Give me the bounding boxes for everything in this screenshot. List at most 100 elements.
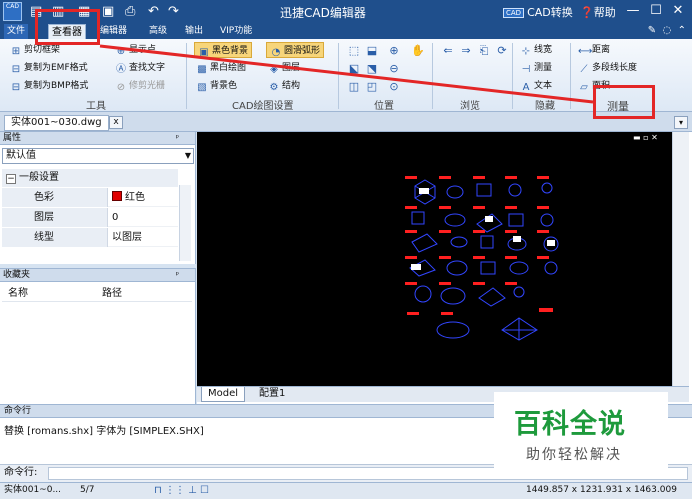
cad-label — [473, 256, 485, 259]
properties-title: 属性 — [3, 133, 22, 143]
distance-button[interactable]: ⟷距离 — [578, 42, 610, 58]
help-button[interactable]: ❓帮助 — [580, 4, 616, 20]
minimize-icon[interactable]: — — [623, 2, 643, 20]
distance-label: 距离 — [592, 45, 611, 55]
tab-output[interactable]: 输出 — [182, 24, 206, 39]
collapse-icon[interactable]: − — [6, 174, 16, 184]
view-3d-icon[interactable]: ◰ — [364, 79, 380, 95]
favorites-header: 收藏夹 ᵖ — [0, 269, 195, 282]
cad-label — [439, 206, 451, 209]
bw-draw-button[interactable]: ▩ 黑白绘图 — [196, 60, 246, 76]
color-value-text: 红色 — [125, 192, 145, 203]
command-prompt-label: 命令行: — [4, 467, 38, 478]
pin-icon[interactable]: ᵖ — [176, 269, 179, 281]
smooth-arc-icon: ◔ — [271, 47, 281, 58]
bw-draw-icon: ▩ — [197, 64, 207, 75]
zoom-all-icon[interactable]: ⬔ — [364, 61, 380, 77]
color-swatch — [112, 191, 122, 201]
next-icon[interactable]: ⇒ — [458, 43, 474, 59]
cad-shape — [446, 185, 464, 199]
refresh-icon[interactable]: ⟳ — [494, 43, 510, 59]
cad-shape — [508, 183, 522, 197]
show-points-button[interactable]: ⊕ 显示点 — [115, 42, 156, 58]
cad-highlight — [513, 236, 521, 242]
pan-hand-icon[interactable]: ✋ — [410, 43, 426, 59]
smooth-arc-button[interactable]: ◔ 圆滑弧形 — [266, 42, 325, 58]
cad-shape — [478, 287, 506, 307]
fit-window-icon[interactable]: ⬚ — [346, 43, 362, 59]
snap-toggle-icons[interactable]: ⊓ ⋮⋮ ⊥ ☐ — [154, 483, 209, 498]
structure-button[interactable]: ⚙ 结构 — [268, 78, 301, 94]
copy-bmp-button[interactable]: ⊟ 复制为BMP格式 — [10, 78, 89, 94]
previous-icon[interactable]: ⇐ — [440, 43, 456, 59]
find-text-label: 查找文字 — [129, 63, 166, 73]
zoom-dropdown-icon[interactable]: ⊙ — [386, 79, 402, 95]
close-icon[interactable]: ✕ — [668, 2, 688, 20]
command-output-text: 替换 [romans.shx] 字体为 [SIMPLEX.SHX] — [4, 426, 204, 437]
close-tab-icon[interactable]: x — [109, 116, 123, 129]
zoom-in-icon[interactable]: ⊕ — [386, 43, 402, 59]
zoom-extents-icon[interactable]: ⬕ — [346, 61, 362, 77]
tab-model[interactable]: Model — [201, 387, 246, 402]
cad-shape — [480, 261, 496, 275]
cad-convert-button[interactable]: CAD CAD转换 — [503, 4, 573, 20]
tab-editor[interactable]: 编辑器 — [97, 24, 130, 39]
black-background-button[interactable]: ▣ 黑色背景 — [194, 42, 253, 58]
cad-label — [405, 176, 417, 179]
document-tab[interactable]: 实体001~030.dwg — [4, 115, 109, 131]
logo-text: CAD — [6, 3, 19, 10]
chevron-down-icon[interactable]: ▼ — [185, 149, 191, 163]
orbit-icon[interactable]: ◫ — [346, 79, 362, 95]
redo-icon[interactable]: ↷ — [168, 4, 179, 20]
favorites-columns: 名称 路径 — [2, 286, 192, 302]
group-label-tools: 工具 — [86, 101, 106, 112]
property-row-layer[interactable]: 图层 0 — [2, 208, 178, 227]
page-icon[interactable]: ⎗ — [476, 43, 492, 59]
find-text-button[interactable]: Ⓐ 查找文字 — [115, 60, 165, 76]
smooth-arc-label: 圆滑弧形 — [284, 46, 321, 56]
black-background-label: 黑色背景 — [212, 46, 249, 56]
ribbon-options-icons[interactable]: ✎ ◌ ⌃ — [648, 25, 686, 36]
zoom-out-icon[interactable]: ⊖ — [386, 61, 402, 77]
print-icon[interactable]: ⎙ — [125, 4, 135, 20]
tab-vip[interactable]: VIP功能 — [217, 24, 255, 39]
text-toggle-button[interactable]: A 文本 — [520, 78, 552, 94]
line-width-button[interactable]: ⊹ 线宽 — [520, 42, 552, 58]
trim-raster-label: 修剪光栅 — [129, 81, 166, 91]
floppy-icon[interactable]: ▣ — [102, 4, 114, 20]
measure-toggle-button[interactable]: ⊣ 测量 — [520, 60, 552, 76]
cad-highlight — [547, 240, 555, 246]
tab-layout1[interactable]: 配置1 — [253, 387, 291, 402]
menu-bar: 文件 查看器 编辑器 高级 输出 VIP功能 ✎ ◌ ⌃ — [0, 24, 692, 39]
property-value[interactable]: 0 — [112, 208, 118, 227]
property-value[interactable]: 以图层 — [112, 228, 142, 247]
column-name[interactable]: 名称 — [8, 286, 28, 302]
trim-raster-icon: ⊘ — [116, 82, 126, 93]
canvas-window-controls[interactable]: ▬ ▫ ✕ — [633, 133, 658, 142]
cad-label — [537, 230, 549, 233]
maximize-icon[interactable]: ☐ — [646, 2, 666, 20]
properties-scrollbar[interactable] — [179, 185, 191, 261]
column-path[interactable]: 路径 — [102, 286, 122, 302]
copy-bmp-icon: ⊟ — [11, 82, 21, 93]
property-value[interactable]: 红色 — [112, 188, 145, 207]
layers-button[interactable]: ◈ 图层 — [268, 60, 300, 76]
copy-emf-button[interactable]: ⊟ 复制为EMF格式 — [10, 60, 88, 76]
canvas-vertical-scrollbar[interactable] — [672, 132, 689, 386]
general-settings-section[interactable]: − 一般设置 — [2, 169, 178, 187]
pin-icon[interactable]: ᵖ — [176, 132, 179, 144]
properties-combo[interactable]: 默认值 ▼ — [2, 148, 194, 164]
cad-canvas[interactable]: ▬ ▫ ✕ — [197, 132, 672, 386]
property-key: 图层 — [2, 208, 108, 227]
property-row-linetype[interactable]: 线型 以图层 — [2, 228, 178, 247]
chevron-down-icon[interactable]: ▾ — [674, 116, 688, 129]
tab-file[interactable]: 文件 — [4, 24, 29, 39]
status-coords: 1449.857 x 1231.931 x 1463.009 — [526, 485, 677, 495]
polyline-length-button[interactable]: ⟋ 多段线长度 — [578, 60, 638, 76]
tab-advanced[interactable]: 高级 — [146, 24, 170, 39]
property-row-color[interactable]: 色彩 红色 — [2, 188, 178, 207]
background-color-button[interactable]: ▧ 背景色 — [196, 78, 237, 94]
undo-icon[interactable]: ↶ — [148, 4, 159, 20]
zoom-rect-icon[interactable]: ⬓ — [364, 43, 380, 59]
trim-raster-button[interactable]: ⊘ 修剪光栅 — [115, 78, 165, 94]
